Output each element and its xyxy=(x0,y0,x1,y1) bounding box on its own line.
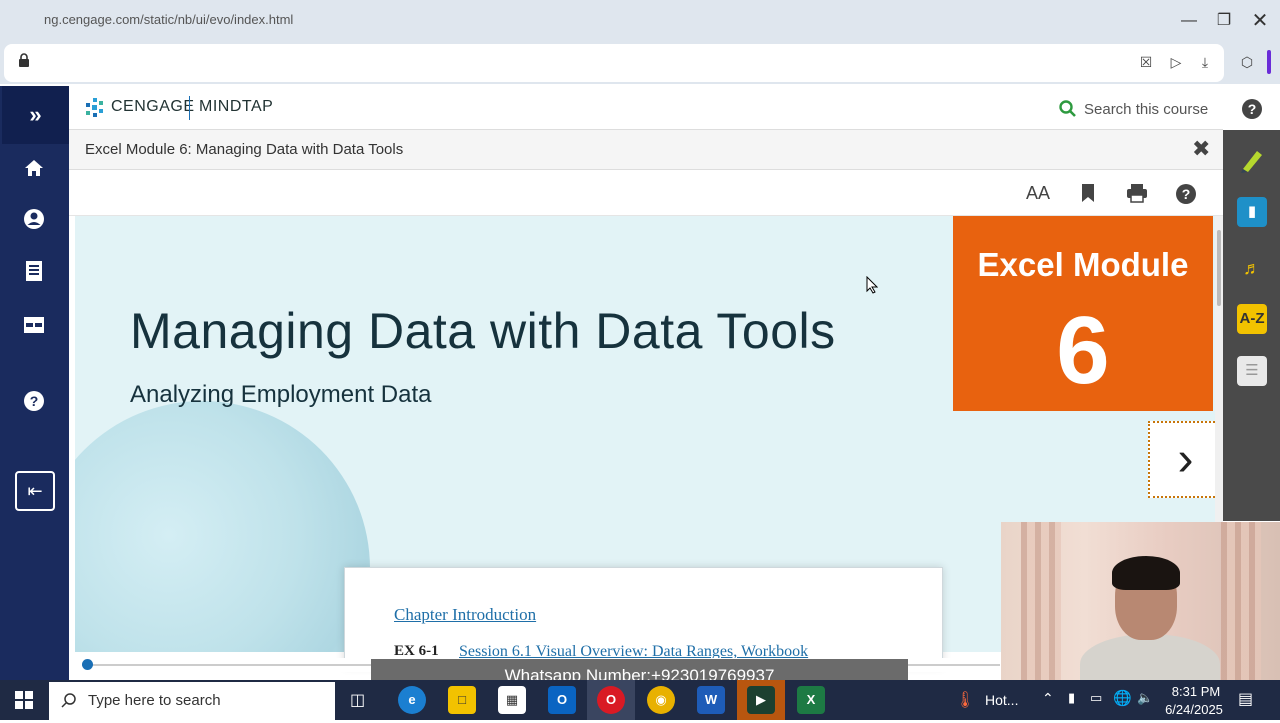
close-window-icon[interactable]: ✕ xyxy=(1245,8,1275,34)
ebook-icon[interactable]: ▮ xyxy=(1237,197,1267,227)
module-number: 6 xyxy=(1056,297,1110,404)
play-icon[interactable]: ▷ xyxy=(1166,52,1186,72)
excel-icon[interactable]: X xyxy=(797,686,825,714)
taskbar-search-placeholder[interactable]: Type here to search xyxy=(88,692,221,709)
glossary-icon[interactable]: A-Z xyxy=(1237,304,1267,334)
chrome-icon[interactable]: ◉ xyxy=(647,686,675,714)
globe-graphic xyxy=(75,401,370,652)
outlook-icon[interactable]: O xyxy=(548,686,576,714)
mouse-cursor xyxy=(866,275,879,294)
global-help-icon[interactable]: ? xyxy=(1241,98,1263,120)
minimize-icon[interactable]: — xyxy=(1174,8,1204,34)
readspeaker-icon[interactable]: ♬ xyxy=(1237,253,1267,283)
breadcrumb: Excel Module 6: Managing Data with Data … xyxy=(85,141,404,158)
store-icon[interactable]: ▦ xyxy=(498,686,526,714)
svg-text:?: ? xyxy=(1248,101,1257,117)
cengage-logo-icon xyxy=(84,97,106,119)
url-field[interactable] xyxy=(4,44,1224,82)
profile-indicator xyxy=(1267,50,1271,74)
shield-icon[interactable]: ☒ xyxy=(1136,52,1156,72)
expand-nav-icon[interactable]: » xyxy=(2,86,69,144)
font-size-icon[interactable]: AA xyxy=(1026,183,1050,204)
taskbar-search-icon xyxy=(61,692,77,708)
exit-icon[interactable]: ⇤ xyxy=(15,471,55,511)
help-icon[interactable]: ? xyxy=(18,390,50,422)
course-search-input[interactable]: Search this course xyxy=(1084,101,1208,118)
address-bar xyxy=(0,42,1280,84)
notifications-icon[interactable]: ▤ xyxy=(1238,689,1253,709)
opera-icon[interactable]: O xyxy=(597,686,625,714)
svg-text:?: ? xyxy=(30,393,39,409)
download-icon[interactable]: ⤓ xyxy=(1195,52,1215,72)
close-activity-icon[interactable]: ✖ xyxy=(1192,136,1214,162)
restore-icon[interactable]: ❐ xyxy=(1209,8,1239,34)
highlighter-icon[interactable] xyxy=(1237,145,1267,175)
document-icon[interactable] xyxy=(18,260,50,292)
webcam-person-hair xyxy=(1112,556,1180,590)
clock-date[interactable]: 6/24/2025 xyxy=(1162,702,1226,717)
slide-title: Managing Data with Data Tools xyxy=(130,303,836,359)
product-name: MINDTAP xyxy=(199,98,274,115)
url-text[interactable]: ng.cengage.com/static/nb/ui/evo/index.ht… xyxy=(44,12,293,27)
windows-start-icon[interactable] xyxy=(0,680,48,720)
recorder-icon[interactable]: ▶ xyxy=(747,686,775,714)
bookmark-icon[interactable] xyxy=(1080,183,1096,203)
battery-icon[interactable]: ▭ xyxy=(1090,690,1102,706)
volume-icon[interactable]: 🔈 xyxy=(1137,690,1153,706)
mic-icon[interactable]: ▮ xyxy=(1068,690,1075,706)
profile-icon[interactable] xyxy=(18,208,50,240)
svg-text:?: ? xyxy=(1182,186,1191,202)
gradebook-icon[interactable] xyxy=(18,312,50,344)
print-icon[interactable] xyxy=(1126,183,1148,203)
language-icon[interactable]: 🌐 xyxy=(1113,689,1132,707)
scroll-thumb[interactable] xyxy=(1217,230,1221,306)
extensions-icon[interactable]: ⬡ xyxy=(1237,52,1257,72)
thermometer-icon: 🌡 xyxy=(955,692,976,709)
tray-chevron-icon[interactable]: ⌃ xyxy=(1042,690,1054,707)
weather-text[interactable]: Hot... xyxy=(985,692,1018,708)
brand-name: CENGAGE xyxy=(111,98,195,115)
chapter-introduction-link[interactable]: Chapter Introduction xyxy=(394,605,536,625)
next-page-button[interactable]: › xyxy=(1148,421,1223,498)
word-icon[interactable]: W xyxy=(697,686,725,714)
clock-time[interactable]: 8:31 PM xyxy=(1168,684,1224,699)
progress-handle[interactable] xyxy=(82,659,93,670)
search-icon[interactable] xyxy=(1059,100,1077,118)
reader-help-icon[interactable]: ? xyxy=(1175,183,1197,205)
notes-icon[interactable]: ☰ xyxy=(1237,356,1267,386)
edge-icon[interactable]: e xyxy=(398,686,426,714)
slide-subtitle: Analyzing Employment Data xyxy=(130,381,432,408)
module-label: Excel Module xyxy=(977,246,1189,283)
file-explorer-icon[interactable]: □ xyxy=(448,686,476,714)
lock-icon xyxy=(18,53,30,67)
home-icon[interactable] xyxy=(18,156,50,188)
brand-divider xyxy=(189,96,190,120)
task-view-icon[interactable]: ◫ xyxy=(350,690,370,710)
